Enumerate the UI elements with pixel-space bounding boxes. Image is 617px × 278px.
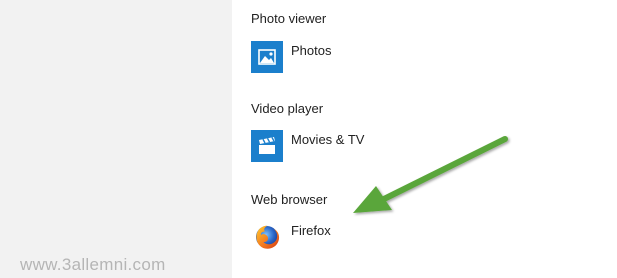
- photo-viewer-app-button[interactable]: Photos: [251, 41, 431, 75]
- left-sidebar: [0, 0, 232, 278]
- firefox-icon: [251, 221, 283, 253]
- photos-icon: [251, 41, 283, 73]
- movies-tv-icon: [251, 130, 283, 162]
- video-player-app-name: Movies & TV: [291, 132, 365, 147]
- web-browser-app-name: Firefox: [291, 223, 331, 238]
- watermark: www.3allemni.com: [20, 255, 166, 274]
- web-browser-app-button[interactable]: Firefox: [251, 221, 431, 255]
- photo-viewer-app-name: Photos: [291, 43, 332, 58]
- default-apps-panel: Photo viewer Photos Video player Movies …: [232, 0, 617, 278]
- video-player-label: Video player: [251, 101, 324, 116]
- video-player-app-button[interactable]: Movies & TV: [251, 130, 431, 164]
- photo-viewer-label: Photo viewer: [251, 11, 327, 26]
- web-browser-label: Web browser: [251, 192, 328, 207]
